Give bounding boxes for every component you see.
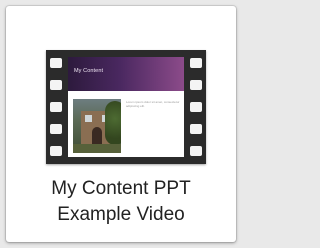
film-hole — [50, 80, 62, 90]
video-file-tile[interactable]: My Content Lorem ipsum dolor sit amet, c… — [6, 6, 236, 242]
film-hole — [50, 124, 62, 134]
video-frame: My Content Lorem ipsum dolor sit amet, c… — [68, 57, 184, 157]
file-name-label[interactable]: My Content PPT Example Video — [6, 176, 236, 228]
film-hole — [50, 102, 62, 112]
file-name-line-1: My Content PPT — [51, 178, 191, 199]
film-hole — [190, 102, 202, 112]
film-hole — [190, 58, 202, 68]
film-hole — [50, 58, 62, 68]
film-strip-left — [46, 50, 66, 164]
photo-door — [92, 127, 102, 145]
photo-window — [85, 115, 92, 122]
file-name-line-2: Example Video — [57, 204, 185, 225]
video-thumbnail: My Content Lorem ipsum dolor sit amet, c… — [46, 50, 206, 164]
photo-ground — [73, 144, 121, 153]
film-hole — [190, 80, 202, 90]
film-hole — [50, 146, 62, 156]
slide-header: My Content — [68, 57, 184, 91]
photo-tree — [105, 101, 121, 145]
slide-photo — [73, 99, 121, 153]
film-hole — [190, 124, 202, 134]
slide-title: My Content — [74, 68, 104, 74]
film-hole — [190, 146, 202, 156]
slide-body-text: Lorem ipsum dolor sit amet, consectetur … — [126, 100, 180, 108]
film-strip-right — [186, 50, 206, 164]
